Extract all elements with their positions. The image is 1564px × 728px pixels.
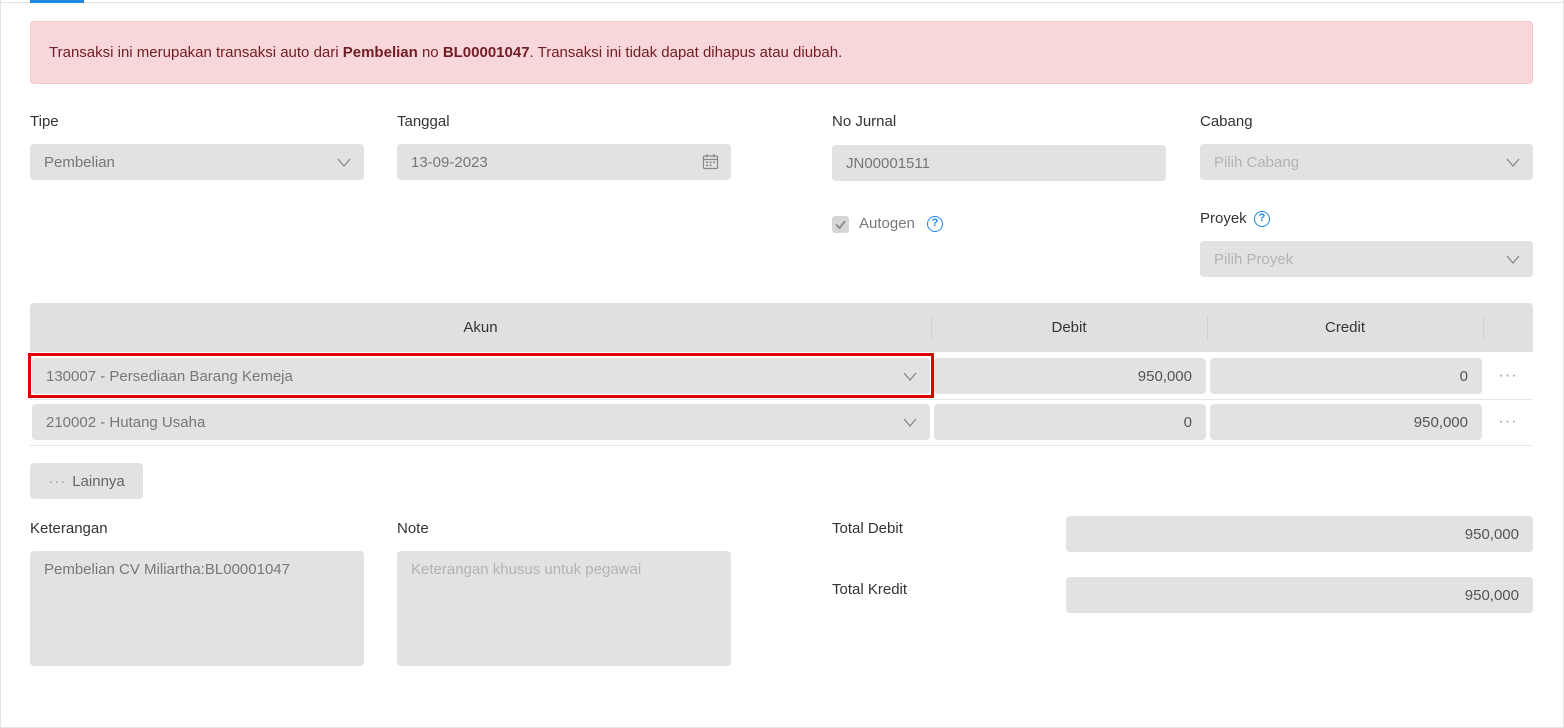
total-kredit-value: 950,000 bbox=[1464, 586, 1519, 604]
tipe-label: Tipe bbox=[30, 113, 59, 130]
autogen-text: Autogen bbox=[859, 215, 915, 232]
chevron-down-icon bbox=[337, 158, 351, 167]
tanggal-input[interactable]: 13-09-2023 bbox=[397, 144, 731, 180]
total-debit-field: 950,000 bbox=[1066, 516, 1533, 552]
row-2-debit-input[interactable]: 0 bbox=[934, 404, 1206, 440]
active-tab-indicator bbox=[30, 0, 84, 3]
keterangan-label: Keterangan bbox=[30, 520, 108, 537]
help-icon[interactable]: ? bbox=[1254, 211, 1270, 227]
row-divider bbox=[30, 445, 1533, 446]
total-kredit-field: 950,000 bbox=[1066, 577, 1533, 613]
header-debit: Debit bbox=[1051, 319, 1087, 336]
tanggal-label: Tanggal bbox=[397, 113, 450, 130]
no-jurnal-value: JN00001511 bbox=[846, 154, 930, 172]
alert-suffix: . Transaksi ini tidak dapat dihapus atau… bbox=[529, 44, 843, 61]
chevron-down-icon bbox=[903, 372, 917, 381]
proyek-label: Proyek bbox=[1200, 210, 1247, 227]
header-credit: Credit bbox=[1324, 319, 1365, 336]
row-1-credit: 0 bbox=[1459, 367, 1468, 385]
lainnya-button[interactable]: ··· Lainnya bbox=[30, 463, 143, 499]
row-1-debit: 950,000 bbox=[1137, 367, 1192, 385]
note-placeholder: Keterangan khusus untuk pegawai bbox=[411, 561, 642, 578]
lainnya-label: Lainnya bbox=[72, 472, 125, 490]
header-divider bbox=[1483, 316, 1484, 340]
tipe-select[interactable]: Pembelian bbox=[30, 144, 364, 180]
row-2-akun: 210002 - Hutang Usaha bbox=[46, 413, 206, 431]
row-divider bbox=[30, 399, 1533, 400]
note-label: Note bbox=[397, 520, 429, 537]
chevron-down-icon bbox=[1506, 255, 1520, 264]
alert-doc-number: BL00001047 bbox=[442, 44, 530, 61]
proyek-select[interactable]: Pilih Proyek bbox=[1200, 241, 1533, 277]
calendar-icon[interactable] bbox=[702, 153, 719, 170]
row-2-akun-select[interactable]: 210002 - Hutang Usaha bbox=[32, 404, 930, 440]
row-1-debit-input[interactable]: 950,000 bbox=[934, 358, 1206, 394]
row-1-akun-select[interactable]: 130007 - Persediaan Barang Kemeja bbox=[32, 358, 930, 394]
keterangan-textarea[interactable]: Pembelian CV Miliartha:BL00001047 bbox=[30, 551, 364, 666]
more-dots-icon: ··· bbox=[48, 472, 67, 490]
proyek-placeholder: Pilih Proyek bbox=[1214, 250, 1294, 268]
alert-source: Pembelian bbox=[342, 44, 418, 61]
row-2-debit: 0 bbox=[1183, 413, 1192, 431]
top-divider bbox=[0, 2, 1564, 3]
keterangan-value: Pembelian CV Miliartha:BL00001047 bbox=[44, 561, 290, 578]
row-2-credit-input[interactable]: 950,000 bbox=[1210, 404, 1482, 440]
chevron-down-icon bbox=[903, 418, 917, 427]
row-1-credit-input[interactable]: 0 bbox=[1210, 358, 1482, 394]
note-textarea[interactable]: Keterangan khusus untuk pegawai bbox=[397, 551, 731, 666]
tipe-value: Pembelian bbox=[44, 153, 115, 171]
row-2-credit: 950,000 bbox=[1413, 413, 1468, 431]
total-kredit-label: Total Kredit bbox=[832, 581, 908, 598]
cabang-label: Cabang bbox=[1200, 113, 1253, 130]
auto-transaction-alert: Transaksi ini merupakan transaksi auto d… bbox=[30, 21, 1533, 84]
autogen-checkbox[interactable] bbox=[832, 216, 849, 233]
journal-table-header: Akun Debit Credit bbox=[30, 303, 1533, 352]
row-1-akun: 130007 - Persediaan Barang Kemeja bbox=[46, 367, 293, 385]
more-dots-icon[interactable]: ··· bbox=[1496, 368, 1520, 384]
total-debit-label: Total Debit bbox=[832, 520, 903, 537]
alert-prefix: Transaksi ini merupakan transaksi auto d… bbox=[49, 44, 339, 61]
chevron-down-icon bbox=[1506, 158, 1520, 167]
cabang-placeholder: Pilih Cabang bbox=[1214, 153, 1300, 171]
cabang-select[interactable]: Pilih Cabang bbox=[1200, 144, 1533, 180]
no-jurnal-label: No Jurnal bbox=[832, 113, 897, 130]
header-akun: Akun bbox=[463, 319, 498, 336]
more-dots-icon[interactable]: ··· bbox=[1496, 414, 1520, 430]
autogen-label: Autogen bbox=[859, 215, 915, 232]
tanggal-value: 13-09-2023 bbox=[411, 153, 488, 171]
no-jurnal-input[interactable]: JN00001511 bbox=[832, 145, 1166, 181]
alert-middle: no bbox=[421, 44, 439, 61]
total-debit-value: 950,000 bbox=[1464, 525, 1519, 543]
check-icon bbox=[835, 220, 846, 230]
proyek-text: Proyek bbox=[1200, 210, 1247, 227]
help-icon[interactable]: ? bbox=[927, 216, 943, 232]
